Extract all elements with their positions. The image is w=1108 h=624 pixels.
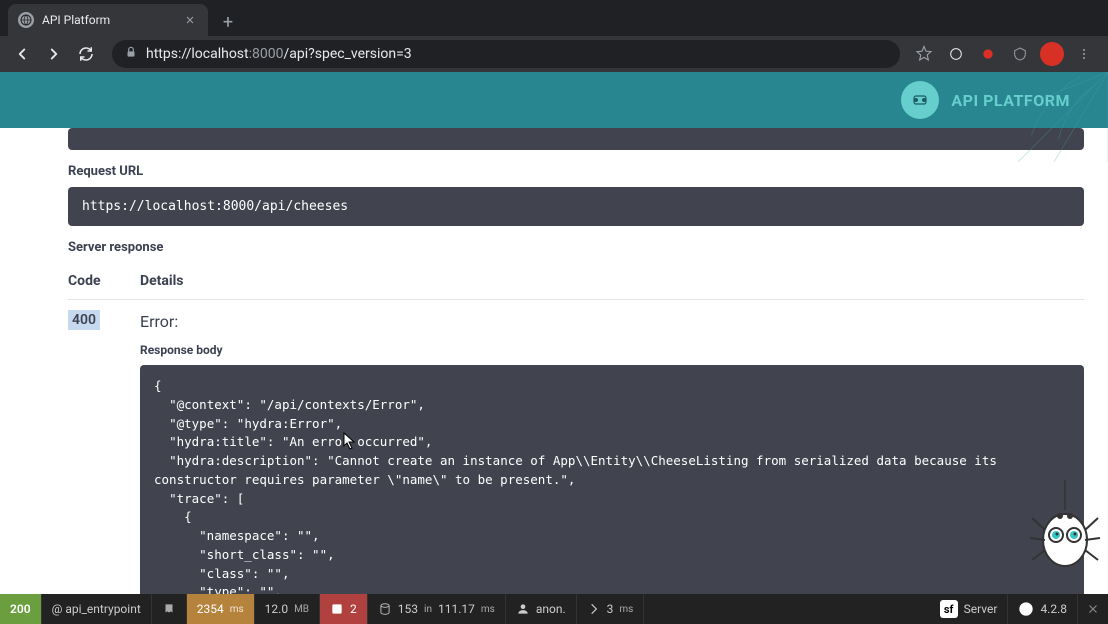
lock-icon <box>124 45 138 63</box>
reload-button[interactable] <box>72 40 100 68</box>
extension-icon-3[interactable] <box>1008 42 1032 66</box>
logo[interactable]: API PLATFORM <box>901 81 1070 119</box>
star-icon[interactable] <box>912 42 936 66</box>
main-content[interactable]: Request URL https://localhost:8000/api/c… <box>0 128 1108 594</box>
debug-sf-version[interactable]: 4.2.8 <box>1008 594 1078 624</box>
request-url-label: Request URL <box>68 164 1084 179</box>
status-code: 400 <box>68 312 140 594</box>
response-body-content[interactable]: { "@context": "/api/contexts/Error", "@t… <box>140 365 1084 594</box>
profile-avatar[interactable] <box>1040 42 1064 66</box>
forward-button[interactable] <box>40 40 68 68</box>
browser-tab[interactable]: API Platform <box>8 4 208 36</box>
menu-icon[interactable] <box>1072 42 1096 66</box>
debug-close-button[interactable] <box>1078 602 1108 616</box>
debug-ghost-icon[interactable] <box>152 594 187 624</box>
logo-icon <box>901 81 939 119</box>
tab-close-icon[interactable] <box>182 12 198 28</box>
debug-time[interactable]: 2354 ms <box>187 594 255 624</box>
address-bar[interactable]: https://localhost:8000/api?spec_version=… <box>112 40 900 68</box>
tab-favicon-icon <box>18 12 34 28</box>
response-header-row: Code Details <box>68 263 1084 300</box>
browser-tab-strip: API Platform + <box>0 0 1108 36</box>
extension-icon-2[interactable] <box>976 42 1000 66</box>
symfony-debug-toolbar: 200 @ api_entrypoint 2354 ms 12.0 MB 2 1… <box>0 594 1108 624</box>
response-row: 400 Error: Response body { "@context": "… <box>68 300 1084 594</box>
back-button[interactable] <box>8 40 36 68</box>
details-column-header: Details <box>140 273 1084 289</box>
debug-server[interactable]: sf Server <box>930 594 1009 624</box>
server-response-label: Server response <box>68 240 1084 255</box>
symfony-badge-icon: sf <box>940 600 958 618</box>
page-header: API PLATFORM <box>0 72 1108 128</box>
debug-queries[interactable]: 153 in 111.17 ms <box>368 594 506 624</box>
request-url-value: https://localhost:8000/api/cheeses <box>68 187 1084 226</box>
debug-errors[interactable]: 2 <box>320 594 368 624</box>
code-column-header: Code <box>68 273 140 289</box>
extension-icon-1[interactable] <box>944 42 968 66</box>
tab-title: API Platform <box>42 13 174 27</box>
debug-route[interactable]: @ api_entrypoint <box>42 594 152 624</box>
new-tab-button[interactable]: + <box>214 8 242 36</box>
request-body-box <box>68 128 1084 150</box>
debug-memory[interactable]: 12.0 MB <box>255 594 320 624</box>
debug-elapsed[interactable]: 3 ms <box>577 594 645 624</box>
browser-toolbar: https://localhost:8000/api?spec_version=… <box>0 36 1108 72</box>
error-label: Error: <box>140 312 1084 331</box>
debug-user[interactable]: anon. <box>506 594 577 624</box>
debug-status[interactable]: 200 <box>0 594 42 624</box>
logo-text: API PLATFORM <box>951 91 1070 110</box>
response-body-label: Response body <box>140 343 1084 357</box>
url-text: https://localhost:8000/api?spec_version=… <box>146 46 412 62</box>
